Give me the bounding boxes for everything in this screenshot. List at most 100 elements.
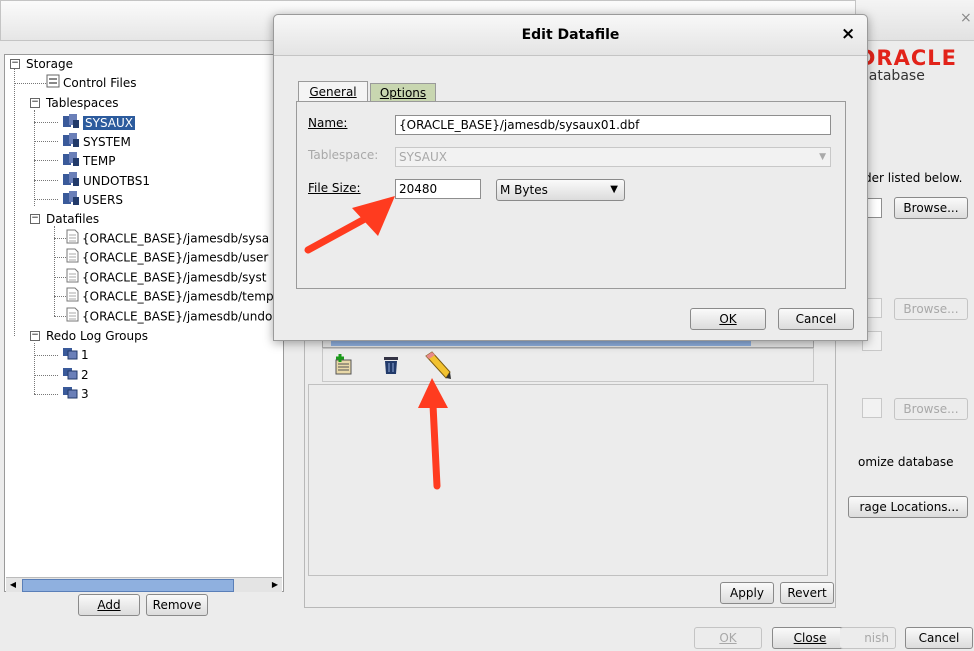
scroll-left-arrow[interactable]: ◀ (6, 578, 20, 592)
tree-node-datafile-3-label: {ORACLE_BASE}/jamesdb/syst (82, 270, 267, 285)
remove-button[interactable]: Remove (146, 594, 208, 616)
browse-button-3-label: Browse... (903, 402, 959, 416)
tree-node-storage[interactable]: Storage (26, 55, 73, 73)
control-file-icon (46, 74, 60, 93)
main-window-close-button[interactable]: × (960, 10, 972, 26)
tree-node-datafile-5[interactable]: {ORACLE_BASE}/jamesdb/undo (66, 307, 272, 325)
finish-button[interactable]: nish (840, 627, 896, 649)
pencil-icon[interactable] (422, 350, 452, 383)
dialog-titlebar: Edit Datafile × (274, 15, 867, 56)
tree-node-tablespace-undotbs1-label: UNDOTBS1 (83, 174, 151, 188)
revert-button[interactable]: Revert (780, 582, 834, 604)
tree-node-datafile-3[interactable]: {ORACLE_BASE}/jamesdb/syst (66, 268, 267, 286)
unit-dropdown[interactable]: M Bytes ▼ (496, 179, 625, 201)
oracle-logo-text: DRACLE (858, 46, 957, 70)
main-close-button[interactable]: Close (772, 627, 848, 649)
tablespace-dropdown[interactable]: SYSAUX ▼ (395, 147, 831, 167)
chevron-down-icon: ▼ (819, 152, 826, 162)
tree-node-tablespace-sysaux-label: SYSAUX (83, 116, 135, 130)
datafile-icon (66, 229, 79, 249)
tablespace-dropdown-value: SYSAUX (399, 150, 447, 164)
tree-node-redo-log-groups-label: Redo Log Groups (46, 329, 148, 343)
tree-node-datafile-4-label: {ORACLE_BASE}/jamesdb/temp (82, 289, 274, 304)
tree-node-redo-group-2-label: 2 (81, 368, 89, 382)
main-ok-button-label: OK (719, 631, 737, 645)
tree-node-datafiles-label: Datafiles (46, 212, 100, 226)
tree-node-tablespaces[interactable]: Tablespaces (46, 94, 119, 112)
right-path-field-4[interactable] (862, 398, 882, 418)
main-cancel-button-label: Cancel (918, 631, 960, 645)
tree-horizontal-scrollbar[interactable]: ◀ ▶ (6, 577, 282, 592)
oracle-logo: DRACLE Database (858, 46, 974, 92)
customize-database-text: omize database (858, 455, 954, 469)
oracle-logo-subtext: Database (858, 68, 925, 84)
dialog-ok-button-label: OK (719, 312, 737, 326)
tree-node-tablespace-users-label: USERS (83, 193, 123, 207)
trash-icon[interactable] (382, 354, 400, 379)
tablespaces-collapse-toggle[interactable]: − (30, 98, 40, 108)
tree-node-redo-log-groups[interactable]: Redo Log Groups (46, 327, 148, 345)
tab-general[interactable]: General (298, 81, 368, 102)
tree-node-control-files[interactable]: Control Files (46, 74, 137, 92)
tree-node-redo-group-1[interactable]: 1 (62, 346, 89, 364)
dialog-title: Edit Datafile (521, 27, 620, 43)
datafile-icon (66, 268, 79, 288)
storage-collapse-toggle[interactable]: − (10, 59, 20, 69)
add-button[interactable]: Add (78, 594, 140, 616)
tablespace-icon (62, 151, 80, 172)
tree-node-tablespace-temp-label: TEMP (83, 154, 116, 168)
tree-node-tablespace-temp[interactable]: TEMP (62, 151, 116, 169)
tree-node-tablespaces-label: Tablespaces (46, 96, 119, 110)
tree-node-redo-group-3-label: 3 (81, 387, 89, 401)
browse-button-3[interactable]: Browse... (894, 398, 968, 420)
tree-node-storage-label: Storage (26, 57, 73, 71)
file-size-field[interactable]: 20480 (395, 179, 481, 199)
tab-general-label: General (309, 85, 357, 99)
redo-group-icon (62, 366, 78, 385)
tree-node-control-files-label: Control Files (63, 76, 137, 90)
datafile-detail-area (308, 384, 828, 576)
apply-button[interactable]: Apply (720, 582, 774, 604)
edit-datafile-dialog: Edit Datafile × General Options Name: {O… (273, 14, 868, 341)
dialog-cancel-button-label: Cancel (795, 312, 837, 326)
file-size-label-text: File Size: (308, 181, 361, 195)
datafiles-collapse-toggle[interactable]: − (30, 214, 40, 224)
browse-button-2-label: Browse... (903, 302, 959, 316)
tree-node-tablespace-system[interactable]: SYSTEM (62, 132, 131, 150)
add-button-label: Add (97, 598, 121, 612)
tree-node-redo-group-2[interactable]: 2 (62, 366, 89, 384)
name-field[interactable]: {ORACLE_BASE}/jamesdb/sysaux01.dbf (395, 115, 831, 135)
tree-node-tablespace-sysaux[interactable]: SYSAUX (62, 113, 135, 131)
tablespace-label: Tablespace: (308, 148, 378, 162)
main-ok-button[interactable]: OK (694, 627, 762, 649)
scroll-thumb[interactable] (22, 579, 234, 592)
tree-node-datafile-1[interactable]: {ORACLE_BASE}/jamesdb/sysa (66, 229, 269, 247)
name-label-text: Name: (308, 116, 348, 130)
add-row-icon[interactable] (334, 354, 354, 379)
tree-node-datafile-4[interactable]: {ORACLE_BASE}/jamesdb/temp (66, 287, 274, 305)
finish-button-label: nish (864, 631, 889, 645)
tree-node-redo-group-3[interactable]: 3 (62, 385, 89, 403)
datafile-icon (66, 287, 79, 307)
file-size-label: File Size: (308, 181, 361, 195)
redo-group-icon (62, 346, 78, 365)
tablespace-icon (62, 132, 80, 153)
browse-button-1[interactable]: Browse... (894, 197, 968, 219)
tree-node-datafile-2-label: {ORACLE_BASE}/jamesdb/user (82, 250, 269, 265)
tablespace-icon (62, 190, 80, 211)
browse-button-1-label: Browse... (903, 201, 959, 215)
tree-node-tablespace-users[interactable]: USERS (62, 190, 123, 208)
tree-node-datafile-2[interactable]: {ORACLE_BASE}/jamesdb/user (66, 248, 268, 266)
tree-node-datafiles[interactable]: Datafiles (46, 210, 99, 228)
tree-node-tablespace-system-label: SYSTEM (83, 135, 131, 149)
main-cancel-button[interactable]: Cancel (905, 627, 973, 649)
dialog-cancel-button[interactable]: Cancel (778, 308, 854, 330)
dialog-close-icon[interactable]: × (841, 24, 855, 44)
browse-button-2[interactable]: Browse... (894, 298, 968, 320)
redo-collapse-toggle[interactable]: − (30, 331, 40, 341)
tree-node-tablespace-undotbs1[interactable]: UNDOTBS1 (62, 171, 150, 189)
scroll-right-arrow[interactable]: ▶ (268, 578, 282, 592)
storage-locations-button[interactable]: rage Locations... (848, 496, 968, 518)
tab-options[interactable]: Options (370, 83, 436, 102)
dialog-ok-button[interactable]: OK (690, 308, 766, 330)
